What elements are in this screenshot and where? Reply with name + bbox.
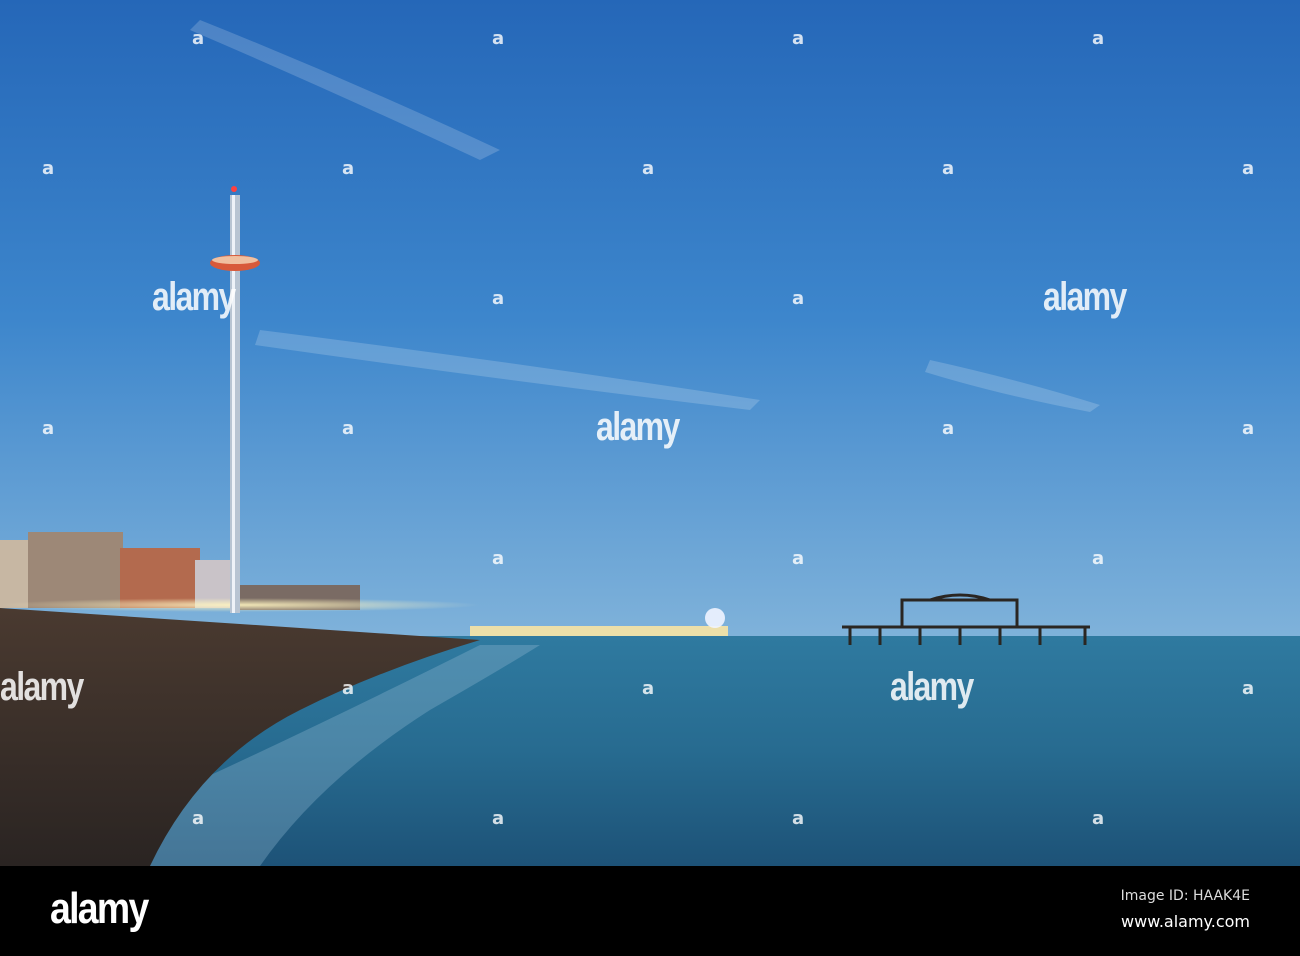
palace-pier: [470, 626, 728, 636]
watermark-dot: a: [792, 548, 805, 569]
alamy-logo: alamy: [50, 884, 149, 933]
site-url: www.alamy.com: [1121, 912, 1250, 931]
watermark: alamy: [1043, 275, 1127, 319]
watermark-dot: a: [942, 418, 955, 439]
watermark: alamy: [0, 665, 84, 709]
photo-frame: alamy alamy alamy alamy alamy a a a a a a a a a a…: [0, 0, 1300, 956]
watermark-dot: a: [192, 808, 205, 829]
watermark-dot: a: [492, 288, 505, 309]
watermark-dot: a: [642, 158, 655, 179]
watermark-dot: a: [1242, 418, 1255, 439]
watermark-dot: a: [42, 158, 55, 179]
watermark-dot: a: [792, 288, 805, 309]
watermark-dot: a: [492, 28, 505, 49]
watermark-dot: a: [942, 158, 955, 179]
watermark-dot: a: [792, 28, 805, 49]
image-id: Image ID: HAAK4E: [1120, 888, 1250, 904]
watermark-dot: a: [492, 808, 505, 829]
watermark-dot: a: [1242, 158, 1255, 179]
watermark: alamy: [890, 665, 974, 709]
watermark-dot: a: [642, 678, 655, 699]
watermark-dot: a: [792, 808, 805, 829]
watermark-dot: a: [42, 418, 55, 439]
pier-ride-light: [705, 608, 725, 628]
watermark-dot: a: [342, 418, 355, 439]
watermark-dot: a: [1092, 808, 1105, 829]
watermark-dot: a: [1242, 678, 1255, 699]
watermark-dot: a: [192, 28, 205, 49]
footer-bar: alamy Image ID: HAAK4E www.alamy.com: [0, 866, 1300, 956]
watermark: alamy: [596, 405, 680, 449]
watermark-dot: a: [492, 548, 505, 569]
watermark-dot: a: [342, 158, 355, 179]
watermark-dot: a: [1092, 28, 1105, 49]
watermark: alamy: [152, 275, 236, 319]
watermark-dot: a: [342, 678, 355, 699]
watermark-dot: a: [1092, 548, 1105, 569]
